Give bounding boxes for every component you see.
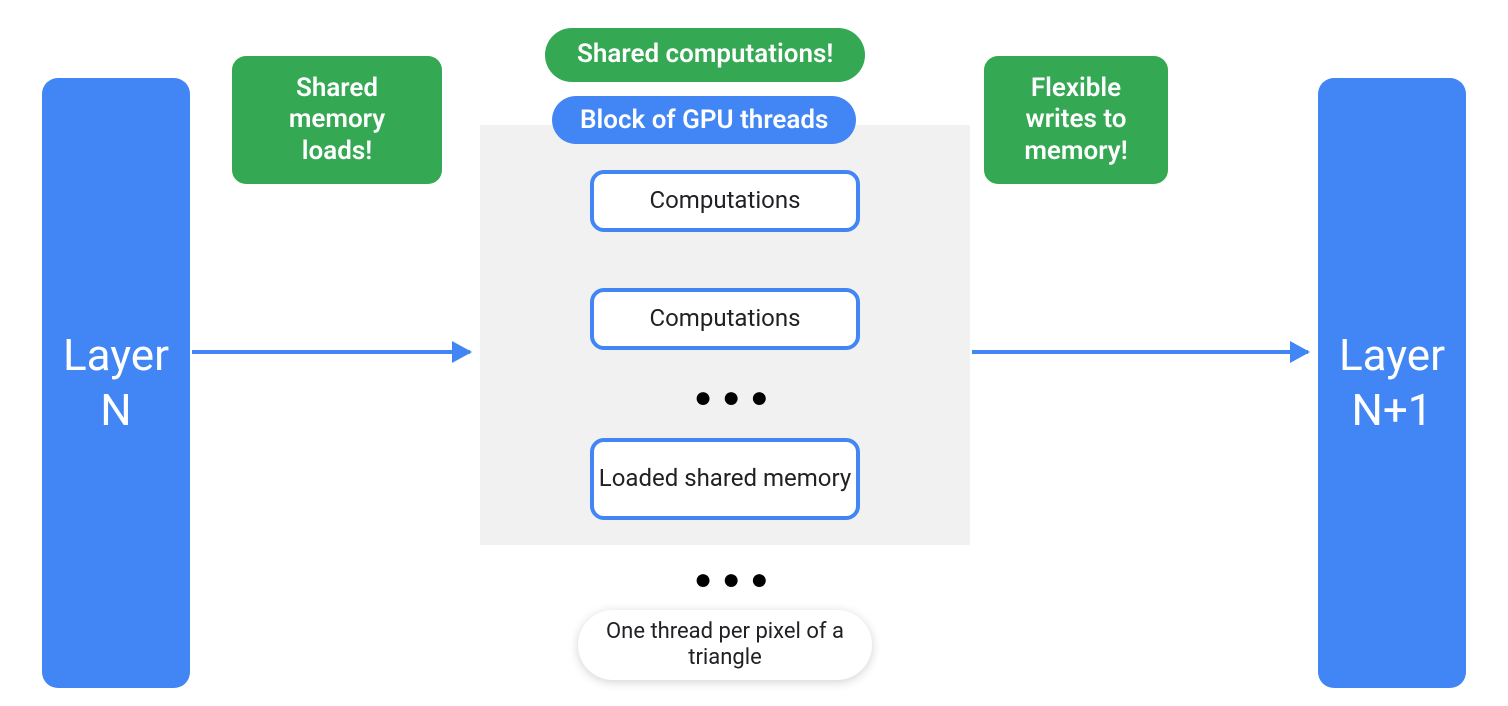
- layer-n-box: Layer N: [42, 78, 190, 688]
- computation-box-1: Computations: [590, 170, 860, 232]
- tag-flexible-writes-label: Flexible writes to memory!: [1006, 73, 1146, 167]
- tag-shared-memory-loads-label: Shared memory loads!: [254, 73, 420, 167]
- ellipsis-inner: ●●●: [694, 380, 778, 415]
- ellipsis-outer: ●●●: [694, 562, 778, 597]
- computation-box-1-label: Computations: [650, 187, 801, 215]
- tag-shared-computations-label: Shared computations!: [577, 39, 833, 70]
- shared-memory-box: Loaded shared memory: [590, 438, 860, 520]
- computation-box-2-label: Computations: [650, 305, 801, 333]
- thread-caption: One thread per pixel of a triangle: [578, 610, 872, 680]
- arrow-right: [972, 350, 1308, 354]
- layer-n1-box: Layer N+1: [1318, 78, 1466, 688]
- layer-n-label: Layer N: [63, 328, 169, 438]
- tag-flexible-writes: Flexible writes to memory!: [984, 56, 1168, 184]
- tag-shared-computations: Shared computations!: [545, 28, 865, 82]
- thread-caption-label: One thread per pixel of a triangle: [596, 619, 854, 672]
- arrow-left: [192, 350, 470, 354]
- gpu-block-title-label: Block of GPU threads: [580, 105, 828, 135]
- tag-shared-memory-loads: Shared memory loads!: [232, 56, 442, 184]
- shared-memory-box-label: Loaded shared memory: [599, 465, 851, 493]
- computation-box-2: Computations: [590, 288, 860, 350]
- gpu-block-title: Block of GPU threads: [552, 96, 856, 144]
- layer-n1-label: Layer N+1: [1339, 328, 1445, 438]
